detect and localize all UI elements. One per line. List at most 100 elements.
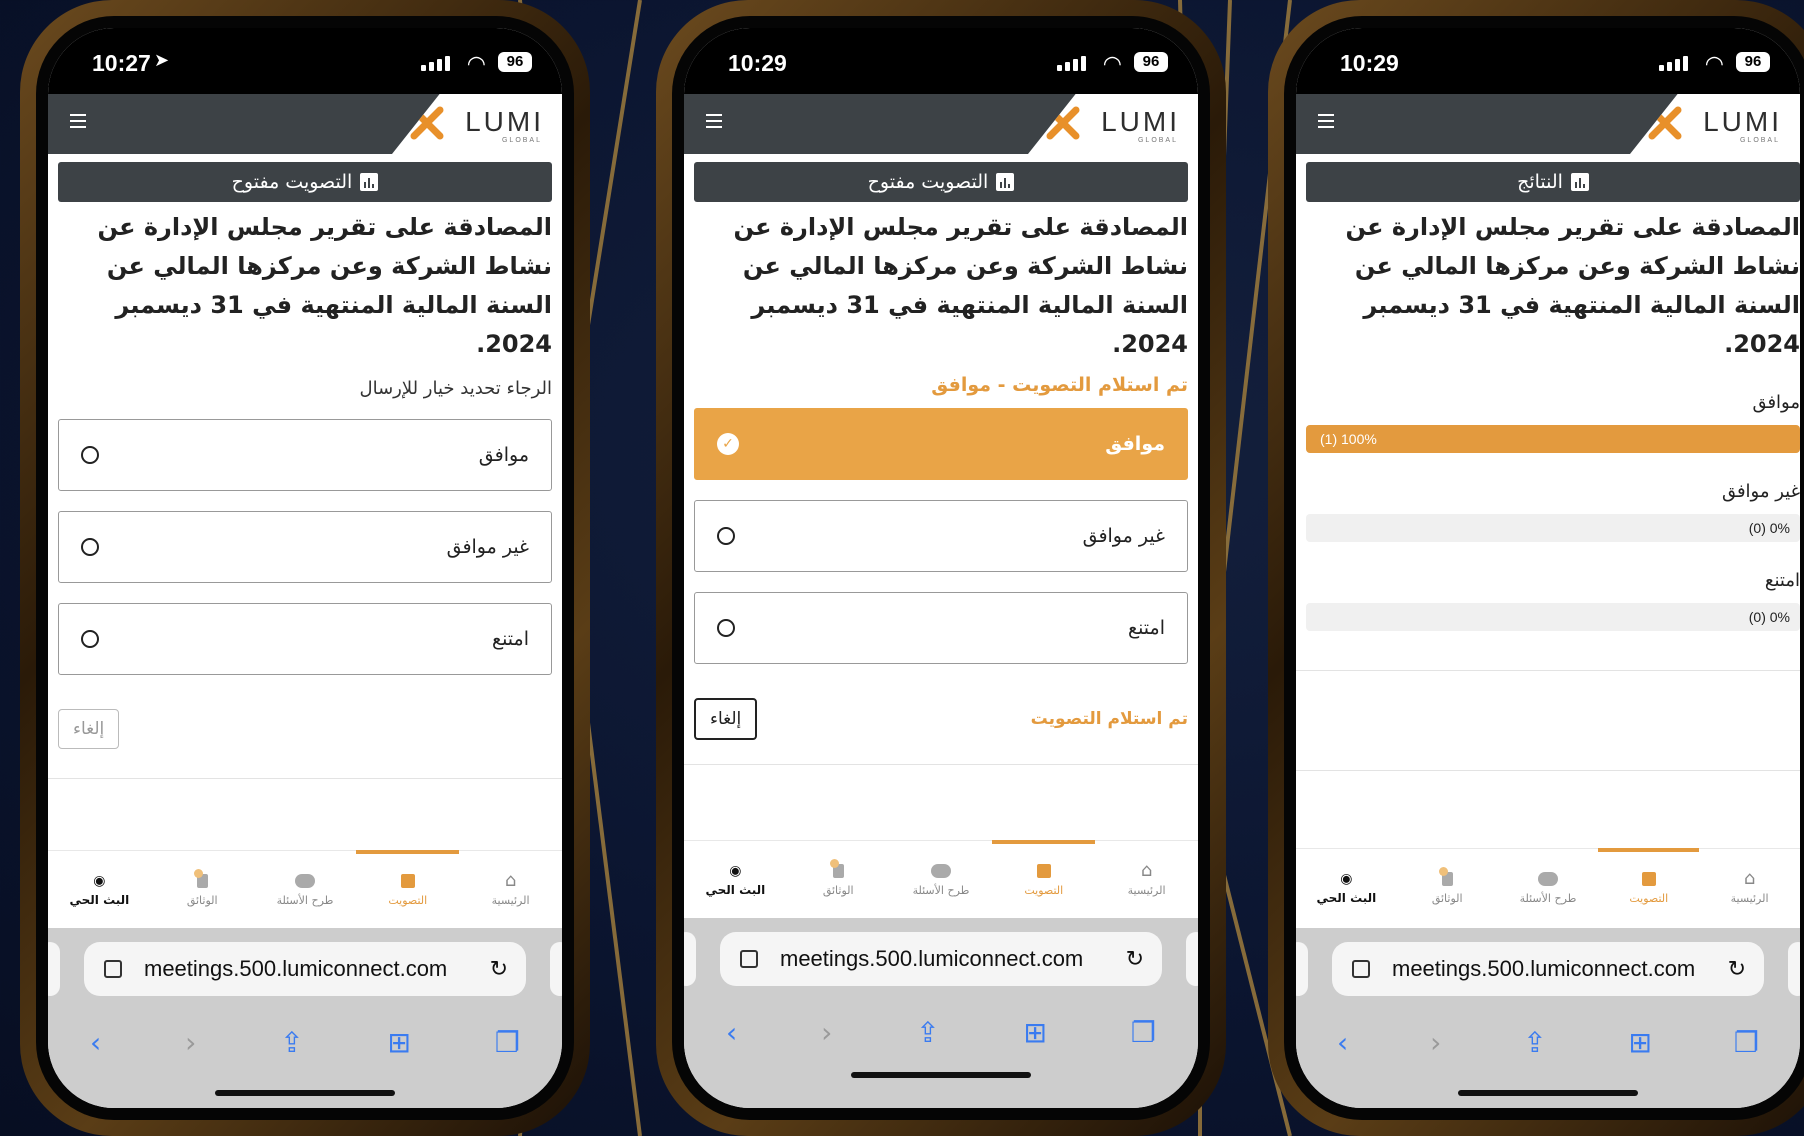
divider — [1296, 670, 1800, 671]
chat-icon — [930, 863, 951, 878]
address-bar[interactable]: meetings.500.lumiconnect.com ↻ — [84, 942, 526, 996]
radio-icon[interactable] — [81, 538, 99, 556]
radio-icon[interactable] — [717, 619, 735, 637]
next-tab-pill[interactable] — [1788, 942, 1800, 996]
radio-icon[interactable] — [717, 527, 735, 545]
menu-icon[interactable] — [1318, 114, 1334, 132]
main-content: التصويت مفتوح المصادقة على تقرير مجلس ال… — [48, 154, 562, 749]
results-banner: النتائج — [1306, 162, 1800, 202]
notch — [846, 28, 1036, 66]
bookmarks-icon[interactable]: ⊞ — [1629, 1026, 1652, 1059]
nav-voting[interactable]: التصويت — [992, 840, 1095, 919]
option-disagree[interactable]: غير موافق — [694, 500, 1188, 572]
divider — [1296, 770, 1800, 771]
tabs-icon[interactable]: ❐ — [1734, 1026, 1759, 1059]
signal-icon — [421, 56, 450, 71]
status-time: 10:29 — [728, 50, 787, 76]
bookmarks-icon[interactable]: ⊞ — [1024, 1016, 1047, 1049]
next-tab-pill[interactable] — [1186, 932, 1198, 986]
cancel-button[interactable]: إلغاء — [694, 698, 758, 740]
home-indicator — [851, 1072, 1031, 1078]
reload-icon[interactable]: ↻ — [1126, 946, 1144, 972]
nav-home[interactable]: ⌂ الرئيسية — [1095, 841, 1198, 919]
reload-icon[interactable]: ↻ — [490, 956, 508, 982]
option-abstain[interactable]: امتنع — [694, 592, 1188, 664]
lumi-x-icon — [1648, 106, 1682, 140]
share-icon[interactable]: ⇪ — [1523, 1026, 1546, 1059]
option-disagree[interactable]: غير موافق — [58, 511, 552, 583]
nav-voting[interactable]: التصويت — [356, 850, 459, 929]
back-icon[interactable]: ‹ — [1337, 1026, 1348, 1059]
nav-home[interactable]: ⌂ الرئيسية — [1699, 849, 1800, 927]
main-content: النتائج المصادقة على تقرير مجلس الإدارة … — [1296, 154, 1800, 631]
option-agree[interactable]: موافق ✓ — [694, 408, 1188, 480]
nav-live[interactable]: ◉ البث الحي — [48, 851, 151, 929]
forward-icon[interactable]: › — [821, 1016, 832, 1049]
logo-subtext: GLOBAL — [1137, 137, 1178, 144]
nav-home[interactable]: ⌂ الرئيسية — [459, 851, 562, 929]
nav-questions[interactable]: طرح الأسئلة — [890, 841, 993, 919]
nav-label: طرح الأسئلة — [276, 893, 334, 907]
option-agree[interactable]: موافق — [58, 419, 552, 491]
prev-tab-pill[interactable] — [1296, 942, 1308, 996]
option-abstain[interactable]: امتنع — [58, 603, 552, 675]
share-icon[interactable]: ⇪ — [916, 1016, 939, 1049]
phone-3: 10:29 ◠ 96 LUMI GLOBAL النتائج المصادقة … — [1268, 0, 1804, 1136]
browser-tools: ‹ › ⇪ ⊞ ❐ — [48, 1026, 562, 1059]
divider — [684, 764, 1198, 765]
nav-live[interactable]: ◉ البث الحي — [1296, 849, 1397, 927]
browser-tools: ‹ › ⇪ ⊞ ❐ — [684, 1016, 1198, 1049]
chart-icon — [360, 173, 379, 191]
back-icon[interactable]: ‹ — [90, 1026, 101, 1059]
chart-icon — [400, 873, 415, 888]
nav-label: التصويت — [1024, 883, 1064, 897]
share-icon[interactable]: ⇪ — [280, 1026, 303, 1059]
resolution-question: المصادقة على تقرير مجلس الإدارة عن نشاط … — [733, 213, 1188, 358]
logo-subtext: GLOBAL — [501, 137, 542, 144]
forward-icon[interactable]: › — [185, 1026, 196, 1059]
menu-icon[interactable] — [706, 114, 722, 132]
nav-questions[interactable]: طرح الأسئلة — [1498, 849, 1599, 927]
menu-icon[interactable] — [70, 114, 86, 132]
bottom-nav: ◉ البث الحي الوثائق طرح الأسئلة التصويت ⌂… — [1296, 848, 1800, 927]
phone-2: 10:29 ◠ 96 LUMI GLOBAL التصويت مفتوح الم… — [656, 0, 1226, 1136]
next-tab-pill[interactable] — [550, 942, 562, 996]
prev-tab-pill[interactable] — [684, 932, 696, 986]
address-bar[interactable]: meetings.500.lumiconnect.com ↻ — [720, 932, 1162, 986]
nav-voting[interactable]: التصويت — [1598, 848, 1699, 927]
browser-toolbar: meetings.500.lumiconnect.com ↻ ‹ › ⇪ ⊞ ❐ — [1296, 928, 1800, 1108]
banner-text: النتائج — [1517, 171, 1563, 193]
page-icon — [1352, 960, 1370, 978]
radio-icon[interactable] — [81, 630, 99, 648]
bookmarks-icon[interactable]: ⊞ — [388, 1026, 411, 1059]
result-label-disagree: غير موافق — [1721, 481, 1800, 502]
result-fill — [1306, 425, 1800, 453]
page-icon — [740, 950, 758, 968]
nav-documents[interactable]: الوثائق — [787, 841, 890, 919]
nav-live[interactable]: ◉ البث الحي — [684, 841, 787, 919]
battery-indicator: 96 — [1736, 52, 1770, 72]
wifi-icon: ◠ — [466, 52, 486, 77]
result-label-agree: موافق — [1752, 392, 1800, 413]
nav-label: الرئيسية — [1127, 883, 1166, 897]
prev-tab-pill[interactable] — [48, 942, 60, 996]
address-bar[interactable]: meetings.500.lumiconnect.com ↻ — [1332, 942, 1764, 996]
browser-toolbar: meetings.500.lumiconnect.com ↻ ‹ › ⇪ ⊞ ❐ — [684, 918, 1198, 1108]
nav-documents[interactable]: الوثائق — [151, 851, 254, 929]
reload-icon[interactable]: ↻ — [1728, 956, 1746, 982]
forward-icon[interactable]: › — [1430, 1026, 1441, 1059]
tabs-icon[interactable]: ❐ — [1131, 1016, 1156, 1049]
url-text: meetings.500.lumiconnect.com — [144, 956, 448, 981]
browser-tools: ‹ › ⇪ ⊞ ❐ — [1296, 1026, 1800, 1059]
signal-icon — [1659, 56, 1688, 71]
lumi-logo: LUMI GLOBAL — [392, 94, 562, 154]
tabs-icon[interactable]: ❐ — [495, 1026, 520, 1059]
back-icon[interactable]: ‹ — [726, 1016, 737, 1049]
nav-questions[interactable]: طرح الأسئلة — [254, 851, 357, 929]
nav-documents[interactable]: الوثائق — [1397, 849, 1498, 927]
cancel-button[interactable]: إلغاء — [58, 709, 120, 749]
nav-label: الوثائق — [1431, 891, 1463, 905]
radio-icon[interactable] — [81, 446, 99, 464]
page-icon — [104, 960, 122, 978]
status-time: 10:27 — [92, 50, 151, 76]
